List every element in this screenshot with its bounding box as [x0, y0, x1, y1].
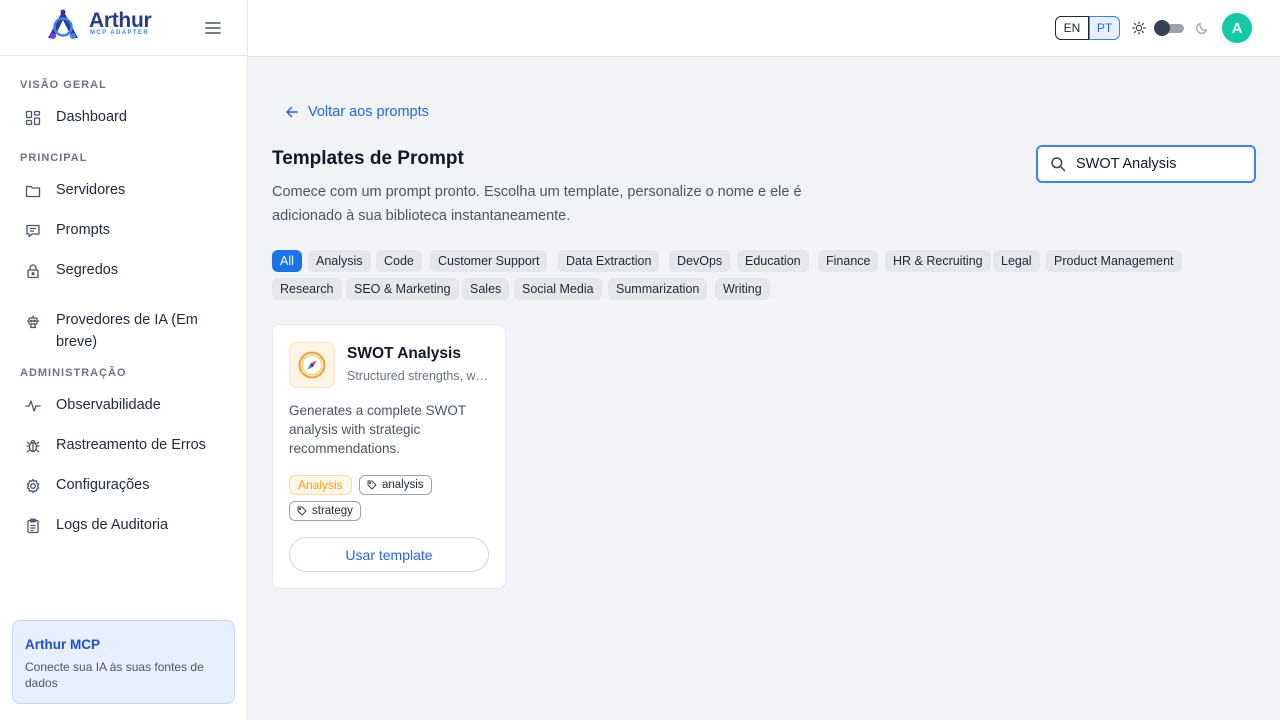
bot-icon: [27, 315, 39, 329]
category-chip-sales[interactable]: Sales: [462, 278, 510, 300]
back-to-prompts-link[interactable]: Voltar aos prompts: [285, 104, 429, 120]
sidebar-item-label: Servidores: [56, 182, 126, 198]
template-category-badge: Analysis: [289, 475, 352, 495]
hamburger-menu-icon[interactable]: [204, 19, 222, 37]
sidebar-item-label: Observabilidade: [56, 397, 161, 413]
lang-en-button[interactable]: EN: [1055, 16, 1089, 40]
category-chip-seo-marketing[interactable]: SEO & Marketing: [346, 278, 459, 300]
sidebar-item-error-tracking[interactable]: Rastreamento de Erros: [20, 437, 230, 456]
sidebar-item-prompts[interactable]: Prompts: [20, 222, 230, 241]
category-chip-social-media[interactable]: Social Media: [514, 278, 602, 300]
arrow-left-icon: [286, 106, 298, 118]
sidebar-item-label: Configurações: [56, 477, 150, 493]
clipboard-icon: [27, 518, 39, 534]
template-icon: [289, 342, 335, 388]
sidebar-item-label: Dashboard: [56, 109, 127, 125]
promo-text: Conecte sua IA às suas fontes de dados: [25, 660, 204, 690]
lock-icon: [27, 264, 39, 279]
section-title-main: PRINCIPAL: [20, 152, 88, 164]
sidebar-item-dashboard[interactable]: Dashboard: [20, 109, 230, 128]
category-chip-writing[interactable]: Writing: [715, 278, 770, 300]
template-title: SWOT Analysis: [347, 345, 461, 362]
category-chip-finance[interactable]: Finance: [818, 250, 879, 272]
arthur-logo-icon: [48, 9, 78, 39]
folder-icon: [25, 185, 41, 198]
category-chip-data-extraction[interactable]: Data Extraction: [558, 250, 660, 272]
category-chip-research[interactable]: Research: [272, 278, 342, 300]
brand-subtitle: MCP ADAPTER: [90, 30, 150, 36]
sidebar: Arthur MCP ADAPTER VISÃO GERAL Dashboard…: [0, 0, 248, 720]
search-icon: [1051, 157, 1066, 172]
back-label: Voltar aos prompts: [308, 104, 429, 120]
top-header: EN PT A: [248, 0, 1280, 57]
compass-icon: [298, 351, 326, 379]
tag-label: strategy: [312, 505, 353, 517]
sidebar-item-label: Provedores de IA (Em breve): [56, 312, 198, 350]
bug-icon: [26, 439, 40, 453]
activity-icon: [25, 400, 41, 412]
sun-icon: [1132, 21, 1146, 35]
category-chip-summarization[interactable]: Summarization: [608, 278, 708, 300]
search-box[interactable]: [1036, 145, 1256, 183]
category-chip-all[interactable]: All: [272, 250, 302, 272]
page-description: Comece com um prompt pronto. Escolha um …: [272, 184, 802, 224]
sidebar-item-settings[interactable]: Configurações: [20, 477, 230, 496]
category-chip-education[interactable]: Education: [737, 250, 809, 272]
page-title: Templates de Prompt: [272, 148, 464, 169]
dashboard-icon: [25, 110, 41, 126]
tag-icon: [367, 480, 377, 490]
sidebar-item-label: Segredos: [56, 262, 119, 278]
theme-toggle[interactable]: [1154, 20, 1184, 36]
avatar[interactable]: A: [1222, 13, 1252, 43]
template-tag: analysis: [359, 475, 432, 495]
tag-icon: [297, 506, 307, 516]
sidebar-item-ai-providers[interactable]: Provedores de IA (Em breve): [20, 312, 230, 353]
tag-label: analysis: [382, 479, 424, 491]
template-tag: strategy: [289, 501, 361, 521]
moon-icon: [1196, 22, 1208, 34]
message-icon: [26, 224, 40, 238]
section-title-overview: VISÃO GERAL: [20, 79, 107, 91]
template-card: SWOT Analysis Structured strengths, weak…: [272, 324, 506, 589]
lang-pt-button[interactable]: PT: [1089, 16, 1120, 40]
category-chip-product-management[interactable]: Product Management: [1046, 250, 1182, 272]
category-chip-hr-recruiting[interactable]: HR & Recruiting: [885, 250, 991, 272]
promo-title: Arthur MCP: [25, 637, 100, 652]
category-chip-customer-support[interactable]: Customer Support: [430, 250, 548, 272]
section-title-admin: ADMINISTRAÇÃO: [20, 367, 127, 379]
sidebar-item-label: Logs de Auditoria: [56, 517, 169, 533]
category-chip-legal[interactable]: Legal: [993, 250, 1040, 272]
sidebar-item-label: Prompts: [56, 222, 110, 238]
gear-icon: [26, 478, 40, 494]
sidebar-item-observability[interactable]: Observabilidade: [20, 397, 230, 416]
promo-card: Arthur MCP Conecte sua IA às suas fontes…: [12, 620, 235, 704]
template-subtitle: Structured strengths, weaknesses, opport…: [347, 369, 491, 383]
brand: Arthur MCP ADAPTER: [0, 0, 247, 56]
category-chip-devops[interactable]: DevOps: [669, 250, 731, 272]
sidebar-item-secrets[interactable]: Segredos: [20, 262, 230, 281]
sidebar-item-label: Rastreamento de Erros: [56, 437, 206, 453]
use-template-button[interactable]: Usar template: [289, 537, 489, 572]
template-description: Generates a complete SWOT analysis with …: [289, 403, 466, 456]
sidebar-item-servers[interactable]: Servidores: [20, 182, 230, 201]
category-chip-analysis[interactable]: Analysis: [308, 250, 371, 272]
sidebar-item-audit-logs[interactable]: Logs de Auditoria: [20, 517, 230, 536]
category-chip-code[interactable]: Code: [376, 250, 422, 272]
search-input[interactable]: [1076, 156, 1246, 172]
